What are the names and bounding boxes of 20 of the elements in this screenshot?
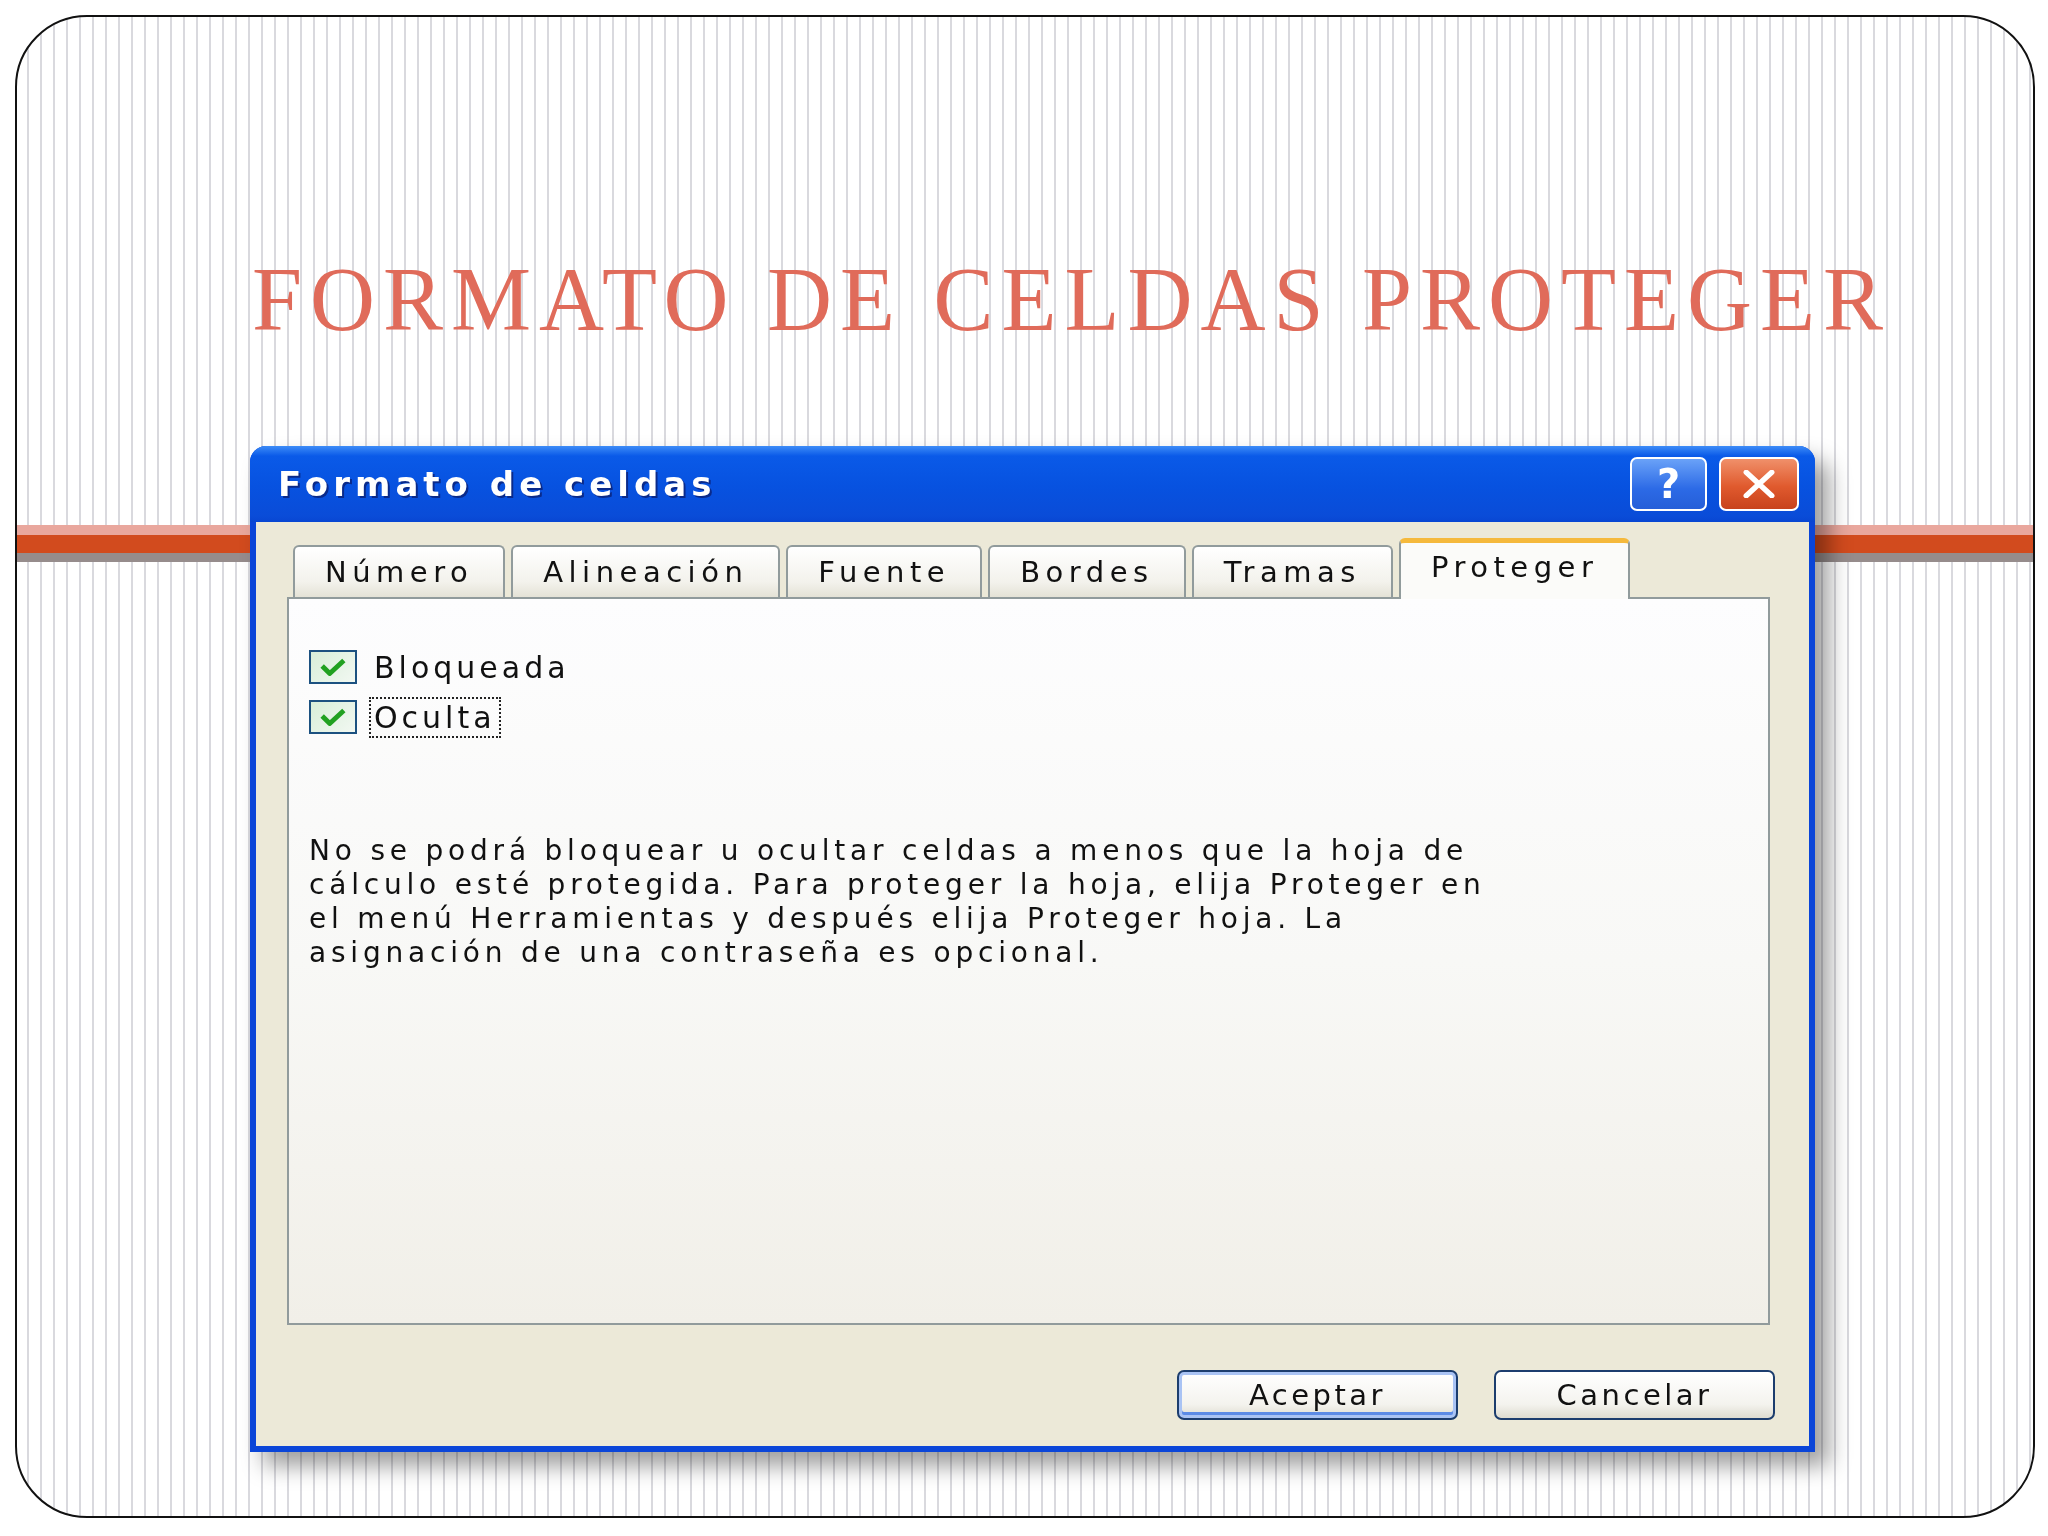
checkbox-label[interactable]: Bloqueada — [369, 646, 575, 688]
close-icon — [1743, 470, 1775, 498]
checkmark-icon — [320, 658, 346, 676]
checkbox-label[interactable]: Oculta — [369, 696, 501, 738]
dialog-button[interactable]: Aceptar — [1177, 1370, 1458, 1420]
tab[interactable]: Alineación — [511, 545, 781, 597]
tab[interactable]: Tramas — [1191, 545, 1393, 597]
checkmark-icon — [320, 708, 346, 726]
checkbox[interactable] — [309, 700, 357, 734]
tab[interactable]: Número — [293, 545, 506, 597]
dialog-button[interactable]: Cancelar — [1494, 1370, 1775, 1420]
tab[interactable]: Bordes — [988, 545, 1186, 597]
window-title: Formato de celdas — [278, 464, 717, 504]
slide-title: FORMATO DE CELDAS PROTEGER — [252, 255, 1891, 345]
checkbox[interactable] — [309, 650, 357, 684]
help-button[interactable]: ? — [1630, 457, 1707, 511]
tab[interactable]: Proteger — [1398, 538, 1631, 599]
info-text: No se podrá bloquear u ocultar celdas a menos que la hoja de cálculo esté protegida. Para proteger la hoja, elija Proteger en el menú Herramientas y después elija Proteger hoja. La asignación de una contraseña es opcional. — [309, 834, 1487, 970]
close-button[interactable] — [1719, 457, 1799, 511]
tab[interactable]: Fuente — [786, 545, 983, 597]
